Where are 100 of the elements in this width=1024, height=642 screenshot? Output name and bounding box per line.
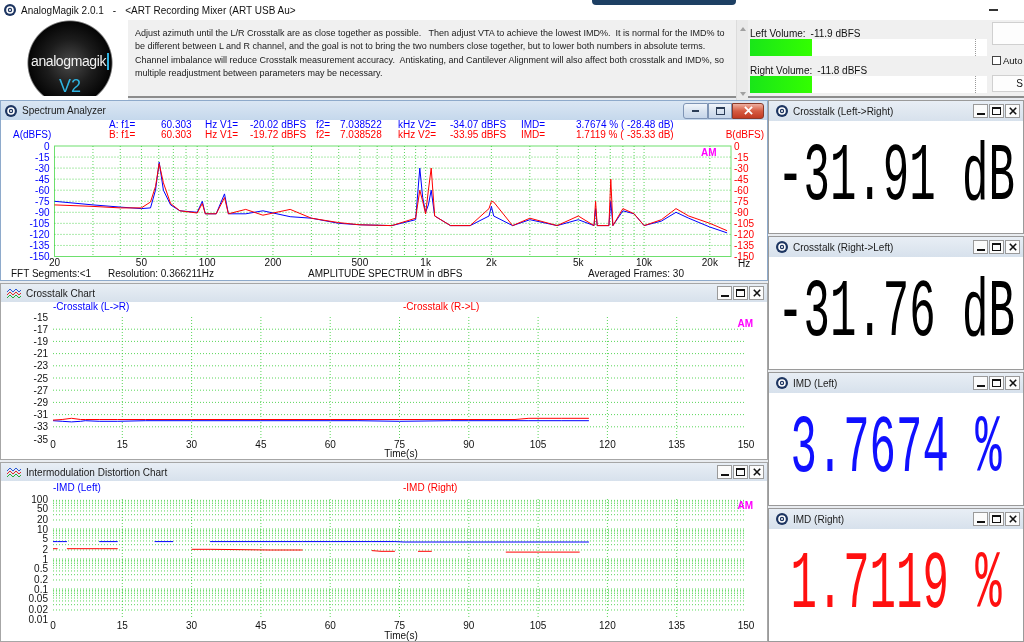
maximize-button[interactable] bbox=[733, 286, 748, 300]
close-button[interactable] bbox=[749, 286, 764, 300]
app-icon bbox=[776, 241, 788, 253]
x-tick-label: 105 bbox=[529, 439, 547, 450]
y-tick-label: -90 bbox=[35, 206, 50, 218]
maximize-icon bbox=[992, 243, 1001, 251]
maximize-button[interactable] bbox=[733, 465, 748, 479]
readout-label: A: f1= bbox=[109, 120, 136, 130]
maximize-icon bbox=[715, 106, 725, 115]
y-tick-label: -75 bbox=[35, 195, 50, 207]
minimize-button[interactable] bbox=[683, 102, 708, 119]
maximize-button[interactable] bbox=[989, 104, 1004, 118]
readout-value: 60.303 bbox=[161, 120, 192, 130]
y-tick-label: -135 bbox=[29, 239, 50, 251]
readout-label: kHz V2= bbox=[398, 120, 437, 130]
meter-reading: -31.76 dB bbox=[777, 272, 1015, 354]
x-tick-label: 45 bbox=[255, 439, 267, 450]
close-icon bbox=[743, 106, 753, 115]
x-tick-label: 1k bbox=[420, 257, 431, 268]
readout-label: -35.33 dB) bbox=[627, 130, 674, 140]
auto-checkbox[interactable] bbox=[992, 56, 1001, 65]
side-button[interactable]: S bbox=[992, 75, 1024, 92]
maximize-button[interactable] bbox=[989, 240, 1004, 254]
minimize-button[interactable] bbox=[973, 240, 988, 254]
x-tick-label: 5k bbox=[573, 257, 584, 268]
close-button[interactable] bbox=[1005, 376, 1020, 390]
readout-label: -28.48 dB) bbox=[627, 120, 674, 130]
volume-reading: -11.8 dBFS bbox=[817, 65, 868, 76]
y-tick-label: 0.5 bbox=[34, 562, 48, 574]
close-button[interactable] bbox=[732, 102, 764, 119]
close-icon bbox=[1008, 379, 1017, 387]
panel-title: Crosstalk (Left->Right) bbox=[793, 105, 894, 117]
readout-value: 1.7119 % ( bbox=[576, 130, 624, 140]
mode-label: AM bbox=[737, 500, 753, 511]
y-tick-label: 0.01 bbox=[28, 613, 48, 625]
x-tick-label: 90 bbox=[463, 439, 475, 450]
app-icon bbox=[4, 4, 16, 16]
x-tick-label: 135 bbox=[668, 439, 686, 450]
minimize-button[interactable] bbox=[717, 465, 732, 479]
minimize-icon bbox=[976, 521, 985, 523]
minimize-button[interactable] bbox=[717, 286, 732, 300]
x-tick-label: 90 bbox=[463, 620, 475, 631]
readout-value: 60.303 bbox=[161, 130, 192, 140]
x-tick-label: 105 bbox=[529, 620, 547, 631]
x-tick-label: 20k bbox=[701, 257, 718, 268]
checkbox-label: Auto bbox=[1003, 55, 1023, 66]
minimize-button[interactable] bbox=[973, 104, 988, 118]
close-button[interactable] bbox=[1005, 104, 1020, 118]
y-tick-label: -17 bbox=[33, 323, 48, 335]
x-tick-label: 100 bbox=[198, 257, 216, 268]
right-y-tick-label: 0 bbox=[734, 140, 740, 152]
x-tick-label: 150 bbox=[737, 620, 755, 631]
volume-label: Left Volume: bbox=[750, 28, 806, 39]
y-tick-label: 0.2 bbox=[34, 574, 48, 586]
y-tick-label: -21 bbox=[33, 348, 48, 360]
right-y-tick-label: -90 bbox=[734, 206, 749, 218]
y-tick-label: -27 bbox=[33, 384, 48, 396]
minimize-icon bbox=[976, 113, 985, 115]
volume-label: Right Volume: bbox=[750, 65, 813, 76]
minimize-icon bbox=[720, 295, 729, 297]
y-tick-label: 0.05 bbox=[28, 592, 48, 604]
y-tick-label: 100 bbox=[31, 494, 48, 505]
y-tick-label: -25 bbox=[33, 372, 48, 384]
x-tick-label: 30 bbox=[186, 439, 198, 450]
y-axis-title: B(dBFS) bbox=[725, 130, 764, 140]
close-icon bbox=[752, 289, 761, 297]
close-button[interactable] bbox=[1005, 240, 1020, 254]
readout-value: 7.038522 bbox=[340, 120, 382, 130]
legend-item: -Crosstalk (L->R) bbox=[53, 302, 130, 312]
y-tick-label: -105 bbox=[29, 217, 50, 229]
x-tick-label: 2k bbox=[486, 257, 497, 268]
close-button[interactable] bbox=[1005, 512, 1020, 526]
maximize-button[interactable] bbox=[989, 512, 1004, 526]
status-text: AMPLITUDE SPECTRUM in dBFS bbox=[308, 268, 463, 280]
maximize-icon bbox=[992, 107, 1001, 115]
x-tick-label: 0 bbox=[50, 439, 56, 450]
meter-reading: 1.7119 % bbox=[790, 544, 1002, 626]
maximize-button[interactable] bbox=[708, 102, 732, 119]
x-tick-label: 60 bbox=[324, 620, 336, 631]
app-icon bbox=[5, 104, 17, 117]
x-tick-label: 45 bbox=[255, 620, 267, 631]
readout-value: -34.07 dBFS bbox=[450, 120, 507, 130]
panel-title: IMD (Left) bbox=[793, 377, 838, 389]
maximize-icon bbox=[736, 289, 745, 297]
minimize-button[interactable] bbox=[973, 376, 988, 390]
readout-label: IMD= bbox=[521, 130, 546, 140]
window-title: AnalogMagik 2.0.1 bbox=[21, 4, 104, 16]
readout-value: -19.72 dBFS bbox=[250, 130, 307, 140]
minimize-button[interactable] bbox=[973, 512, 988, 526]
maximize-button[interactable] bbox=[989, 376, 1004, 390]
y-tick-label: 1 bbox=[42, 553, 48, 565]
y-tick-label: 0.1 bbox=[34, 583, 48, 595]
right-y-tick-label: -75 bbox=[734, 195, 749, 207]
close-icon bbox=[1008, 107, 1017, 115]
y-tick-label: -19 bbox=[33, 335, 48, 347]
close-button[interactable] bbox=[749, 465, 764, 479]
window-title: Crosstalk Chart bbox=[26, 287, 95, 299]
y-tick-label: 0 bbox=[43, 140, 50, 152]
meter-reading: -31.91 dB bbox=[777, 136, 1015, 218]
x-tick-label: 135 bbox=[668, 620, 686, 631]
